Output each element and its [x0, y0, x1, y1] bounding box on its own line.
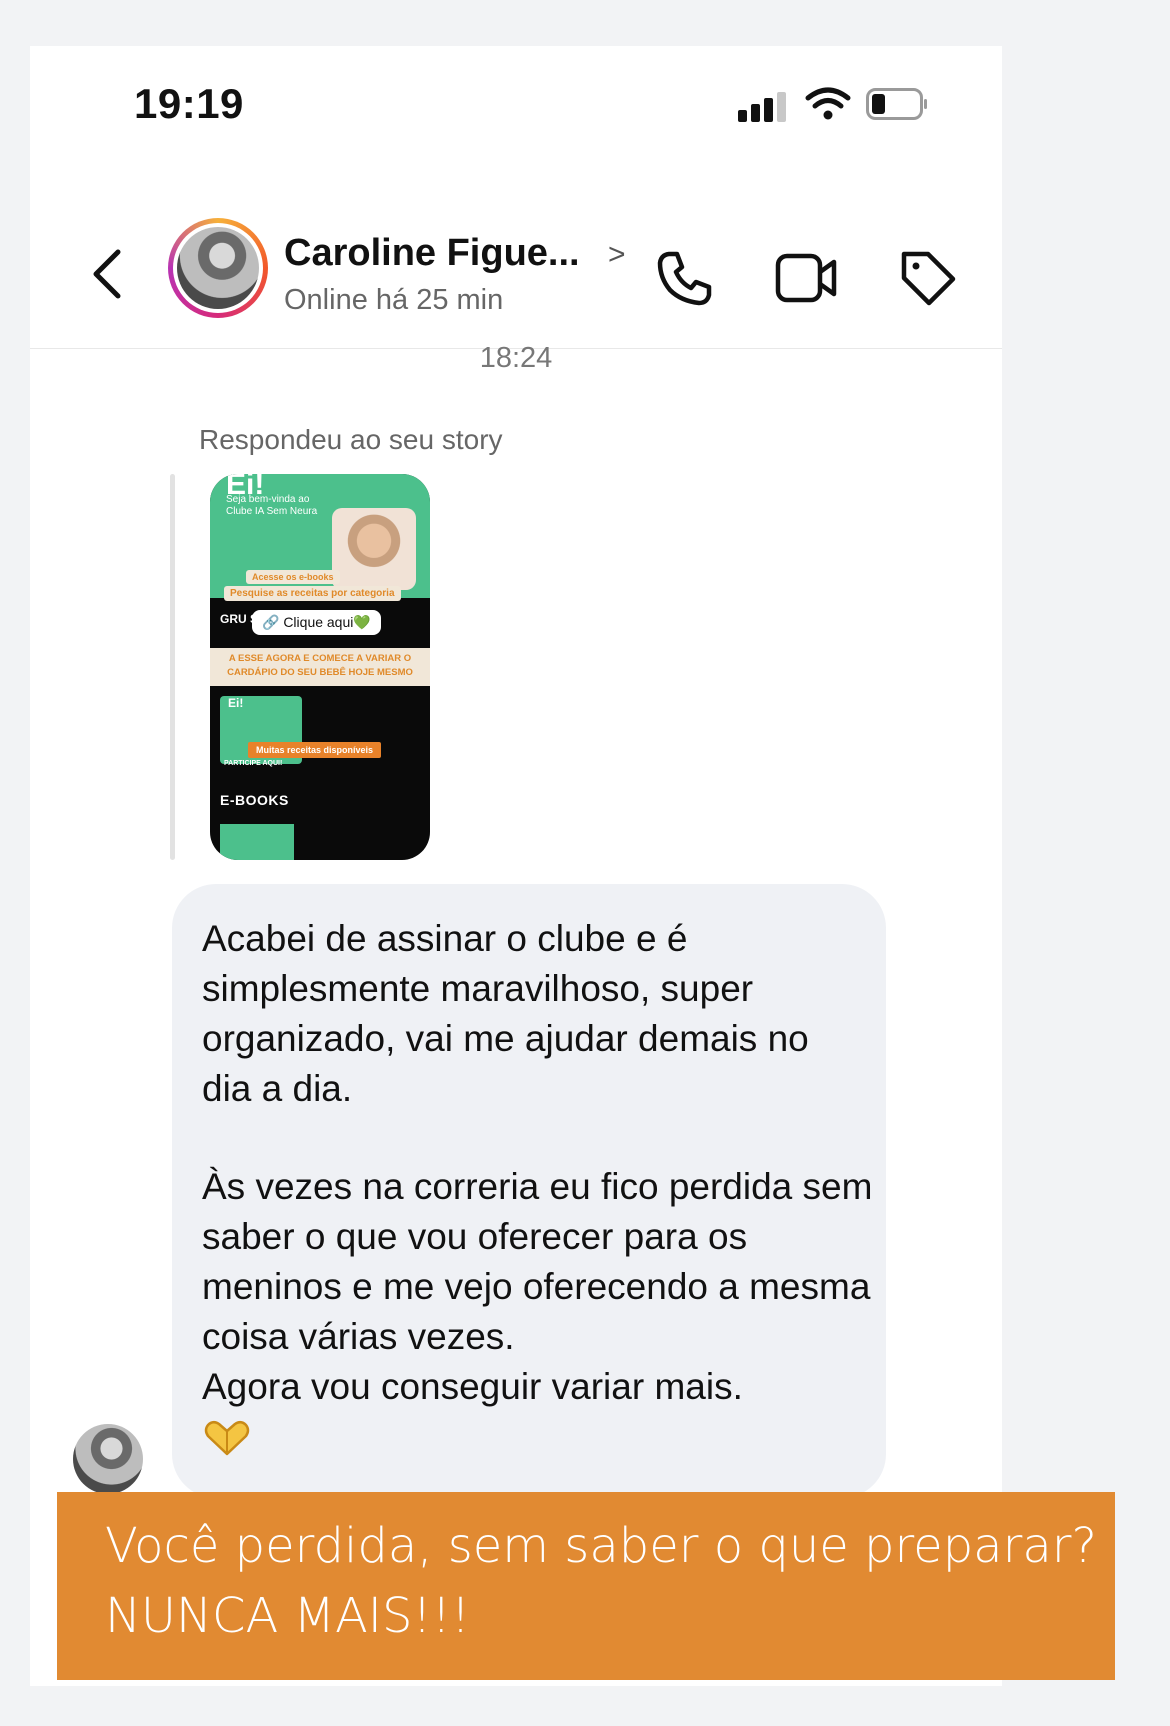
- contact-avatar[interactable]: [168, 218, 268, 318]
- phone-screen: 19:19 Caroline Figue... > Online há 25 m…: [30, 46, 1002, 1686]
- replied-to-story-label: Respondeu ao seu story: [199, 424, 503, 455]
- message-timestamp: 18:24: [479, 342, 553, 374]
- story-link-sticker: 🔗 Clique aqui💚: [252, 610, 381, 635]
- story-photo: [332, 508, 416, 590]
- contact-name[interactable]: Caroline Figue...: [284, 232, 580, 275]
- story-participe-text: PARTICIPE AQUI!: [224, 760, 283, 767]
- video-call-button[interactable]: [774, 250, 838, 306]
- story-card-title: Ei!: [228, 696, 244, 710]
- message-bubble[interactable]: Acabei de assinar o clube e é simplesmen…: [172, 884, 886, 1498]
- message-paragraph-3: Agora vou conseguir variar mais.: [202, 1366, 743, 1407]
- story-footer-block: [220, 824, 294, 860]
- story-banner-line2: CARDÁPIO DO SEU BEBÊ HOJE MESMO: [227, 667, 413, 678]
- tag-icon[interactable]: [898, 248, 958, 308]
- story-recipes-pill: Muitas receitas disponíveis: [248, 742, 382, 758]
- battery-icon: [866, 88, 927, 120]
- sender-avatar[interactable]: [73, 1424, 143, 1494]
- reply-indicator-bar: [170, 474, 175, 860]
- story-ebooks-label: E-BOOKS: [220, 792, 289, 808]
- contact-status: Online há 25 min: [284, 284, 504, 316]
- cellular-signal-icon: [738, 92, 788, 122]
- wifi-icon: [805, 87, 851, 120]
- story-search-pill: Pesquise as receitas por categoria: [224, 586, 401, 601]
- chevron-right-icon[interactable]: >: [608, 238, 626, 272]
- story-preview[interactable]: Ei! Seja bem-vinda ao Clube IA Sem Neura…: [210, 474, 430, 860]
- status-time: 19:19: [134, 80, 244, 127]
- message-paragraph-2: Às vezes na correria eu fico perdida sem…: [202, 1166, 873, 1357]
- back-button[interactable]: [88, 244, 128, 304]
- story-banner-line1: A ESSE AGORA E COMECE A VARIAR O: [228, 653, 412, 664]
- promo-line-2: NUNCA MAIS!!!: [105, 1588, 471, 1644]
- heart-hands-icon: [204, 1421, 250, 1456]
- message-paragraph-1: Acabei de assinar o clube e é simplesmen…: [202, 918, 809, 1109]
- promo-line-1: Você perdida, sem saber o que preparar?: [105, 1518, 1097, 1574]
- chat-header: Caroline Figue... > Online há 25 min: [30, 164, 1002, 349]
- promo-banner: Você perdida, sem saber o que preparar? …: [57, 1492, 1115, 1680]
- story-ebooks-pill: Acesse os e-books: [246, 570, 340, 584]
- story-welcome-text: Seja bem-vinda ao Clube IA Sem Neura: [226, 494, 318, 517]
- phone-call-button[interactable]: [655, 248, 715, 308]
- story-banner: A ESSE AGORA E COMECE A VARIAR O CARDÁPI…: [210, 648, 430, 686]
